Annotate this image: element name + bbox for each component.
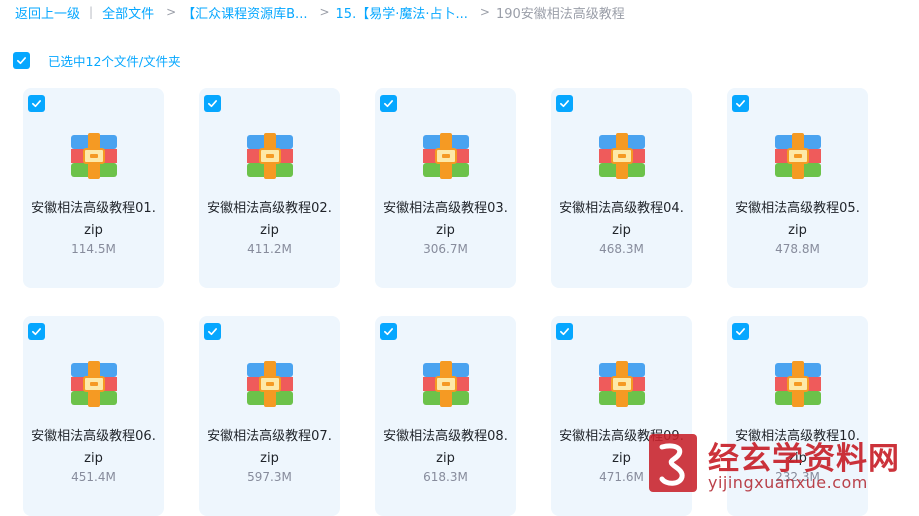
file-checkbox[interactable] (380, 323, 397, 340)
file-card[interactable]: 安徽相法高级教程04.zip 468.3M (551, 88, 692, 288)
file-name: 安徽相法高级教程01.zip (31, 201, 156, 238)
file-size: 618.3M (423, 470, 468, 484)
file-size: 306.7M (423, 242, 468, 256)
check-icon (560, 100, 569, 108)
check-icon (384, 328, 393, 336)
file-size: 468.3M (599, 242, 644, 256)
check-icon (560, 328, 569, 336)
file-card[interactable]: 安徽相法高级教程03.zip 306.7M (375, 88, 516, 288)
watermark-title: 经玄学资料网 (708, 441, 900, 477)
file-size: 114.5M (71, 242, 116, 256)
zip-archive-icon (423, 133, 469, 179)
file-name: 安徽相法高级教程07.zip (207, 429, 332, 466)
zip-archive-icon (599, 361, 645, 407)
file-size: 451.4M (71, 470, 116, 484)
file-name: 安徽相法高级教程08.zip (383, 429, 508, 466)
file-name: 安徽相法高级教程05.zip (735, 201, 860, 238)
check-icon (32, 328, 41, 336)
file-card[interactable]: 安徽相法高级教程08.zip 618.3M (375, 316, 516, 516)
file-card[interactable]: 安徽相法高级教程06.zip 451.4M (23, 316, 164, 516)
file-checkbox[interactable] (556, 323, 573, 340)
file-card[interactable]: 安徽相法高级教程02.zip 411.2M (199, 88, 340, 288)
check-icon (384, 100, 393, 108)
file-checkbox[interactable] (556, 95, 573, 112)
file-size: 597.3M (247, 470, 292, 484)
file-name: 安徽相法高级教程02.zip (207, 201, 332, 238)
file-checkbox[interactable] (380, 95, 397, 112)
file-checkbox[interactable] (732, 323, 749, 340)
zip-archive-icon (775, 361, 821, 407)
file-card[interactable]: 安徽相法高级教程07.zip 597.3M (199, 316, 340, 516)
check-icon (736, 100, 745, 108)
watermark: 经玄学资料网 yijingxuanxue.com (648, 433, 908, 495)
watermark-url: yijingxuanxue.com (708, 473, 868, 492)
zip-archive-icon (247, 133, 293, 179)
zip-archive-icon (423, 361, 469, 407)
file-name: 安徽相法高级教程03.zip (383, 201, 508, 238)
file-card[interactable]: 安徽相法高级教程01.zip 114.5M (23, 88, 164, 288)
file-checkbox[interactable] (732, 95, 749, 112)
file-name: 安徽相法高级教程06.zip (31, 429, 156, 466)
zip-archive-icon (247, 361, 293, 407)
file-size: 411.2M (247, 242, 292, 256)
zip-archive-icon (71, 361, 117, 407)
seal-logo-icon (649, 434, 697, 492)
file-checkbox[interactable] (204, 95, 221, 112)
file-size: 478.8M (775, 242, 820, 256)
check-icon (208, 328, 217, 336)
zip-archive-icon (775, 133, 821, 179)
check-icon (736, 328, 745, 336)
check-icon (208, 100, 217, 108)
file-checkbox[interactable] (28, 323, 45, 340)
file-name: 安徽相法高级教程04.zip (559, 201, 684, 238)
zip-archive-icon (71, 133, 117, 179)
check-icon (32, 100, 41, 108)
file-checkbox[interactable] (204, 323, 221, 340)
file-checkbox[interactable] (28, 95, 45, 112)
file-card[interactable]: 安徽相法高级教程05.zip 478.8M (727, 88, 868, 288)
zip-archive-icon (599, 133, 645, 179)
